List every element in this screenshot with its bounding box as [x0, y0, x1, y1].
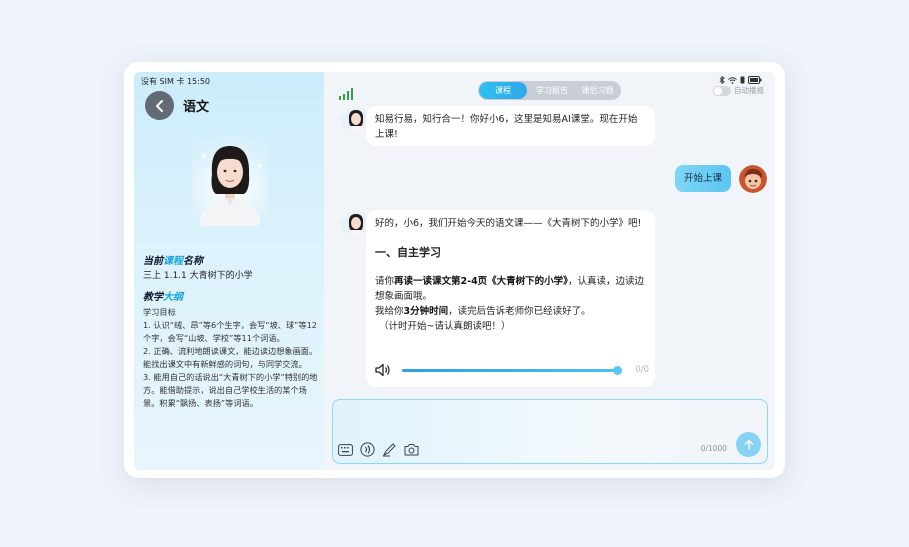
signal-icon — [339, 85, 355, 104]
message-intro: 好的，小6，我们开始今天的语文课——《大青树下的小学》吧! — [375, 218, 642, 229]
time-paragraph: 我给你3分钟时间，读完后告诉老师你已经读好了。 — [375, 304, 646, 319]
learning-goals: 学习目标 1. 认识“绒、昂”等6个生字，会写“坡、球”等12个字，会写“山坡、… — [143, 306, 319, 410]
text-run-bold: 3分钟时间 — [403, 306, 449, 317]
tab-homework[interactable]: 课后习题 — [577, 82, 618, 99]
tab-study-report[interactable]: 学习报告 — [527, 82, 577, 99]
goal-item: 1. 认识“绒、昂”等6个生字，会写“坡、球”等12个字，会写“山坡、学校”等1… — [143, 320, 318, 343]
course-info-panel: 没有 SIM 卡 15:50 语文 ✦ ✦ 当前课程名称 三上 1.1.1 大青… — [134, 72, 324, 470]
keyboard-icon[interactable] — [338, 443, 353, 456]
student-avatar — [739, 165, 767, 193]
timer-note: （计时开始~请认真朗读吧！） — [379, 321, 511, 332]
pen-icon[interactable] — [382, 442, 397, 457]
sparkle-icon: ✦ — [256, 162, 264, 172]
goal-heading: 学习目标 — [143, 307, 176, 317]
course-name: 三上 1.1.1 大青树下的小学 — [143, 271, 253, 281]
goal-item: 3. 能用自己的话说出“大青树下的小学”特别的地方。能借助提示，说出自己学校生活… — [143, 372, 318, 408]
ai-lesson-message: 好的，小6，我们开始今天的语文课——《大青树下的小学》吧! 一、自主学习 请你再… — [366, 210, 655, 459]
text-run: 请你 — [375, 276, 395, 287]
text-run: ，读完后告诉老师你已经读好了。 — [448, 306, 591, 317]
audio-progress-fill — [402, 369, 622, 372]
outline-heading: 教学大纲 — [143, 288, 183, 303]
tab-bar: 课程 学习报告 课后习题 — [478, 81, 621, 100]
message-text: 知易行易，知行合一！你好小6，这里是知易AI课堂。现在开始上课! — [375, 114, 638, 140]
heading-part: 教学 — [143, 292, 163, 303]
autoplay-label: 自动播报 — [734, 86, 764, 95]
send-button[interactable] — [736, 432, 761, 457]
input-toolbar — [338, 442, 419, 457]
subject-title: 语文 — [183, 100, 210, 115]
status-bar-text: 没有 SIM 卡 15:50 — [141, 77, 211, 86]
heading-part: 当前 — [143, 256, 163, 267]
bluetooth-icon — [719, 76, 725, 84]
speaker-icon[interactable] — [375, 363, 391, 377]
course-name-heading: 当前课程名称 — [143, 252, 203, 267]
user-message: 开始上课 — [675, 165, 731, 192]
autoplay-toggle[interactable] — [713, 85, 731, 96]
char-counter: 0/1000 — [700, 444, 727, 453]
tab-course[interactable]: 课程 — [479, 82, 527, 99]
heading-part-highlight: 课程 — [163, 256, 183, 267]
instruction-paragraph: 请你再读一读课文第2-4页《大青树下的小学》，认真读，边读边想象画面哦。 — [375, 274, 646, 304]
system-icons — [719, 76, 762, 84]
back-button[interactable] — [145, 91, 174, 120]
audio-progress-knob[interactable] — [613, 366, 622, 375]
section-heading: 一、自主学习 — [375, 246, 441, 259]
app-screen: 没有 SIM 卡 15:50 语文 ✦ ✦ 当前课程名称 三上 1.1.1 大青… — [134, 72, 775, 470]
audio-time: 0/0 — [635, 365, 649, 375]
audio-progress-track[interactable] — [402, 366, 622, 375]
wifi-icon — [728, 76, 737, 84]
text-run: 我给你 — [375, 306, 404, 317]
text-run-bold: 再读一读课文第2-4页《大青树下的小学》 — [394, 276, 568, 287]
audio-player: 0/0 — [375, 363, 649, 377]
heading-part: 名称 — [183, 256, 203, 267]
ai-message: 知易行易，知行合一！你好小6，这里是知易AI课堂。现在开始上课! — [366, 106, 655, 146]
goal-item: 2. 正确、流利地朗读课文，能边读边想象画面。能找出课文中有新鲜感的词句，与同学… — [143, 346, 318, 369]
heading-part-highlight: 大纲 — [163, 292, 183, 303]
sparkle-icon: ✦ — [200, 152, 208, 162]
battery-icon — [748, 76, 762, 84]
alarm-icon — [740, 76, 745, 84]
message-input[interactable]: 0/1000 — [332, 399, 768, 464]
teacher-portrait: ✦ ✦ — [192, 134, 268, 226]
chevron-left-icon — [155, 99, 163, 112]
tablet-frame: 没有 SIM 卡 15:50 语文 ✦ ✦ 当前课程名称 三上 1.1.1 大青… — [124, 62, 785, 478]
arrow-up-icon — [744, 439, 753, 450]
camera-icon[interactable] — [404, 443, 419, 456]
autoplay-control: 自动播报 — [713, 85, 764, 96]
voice-icon[interactable] — [360, 442, 375, 457]
